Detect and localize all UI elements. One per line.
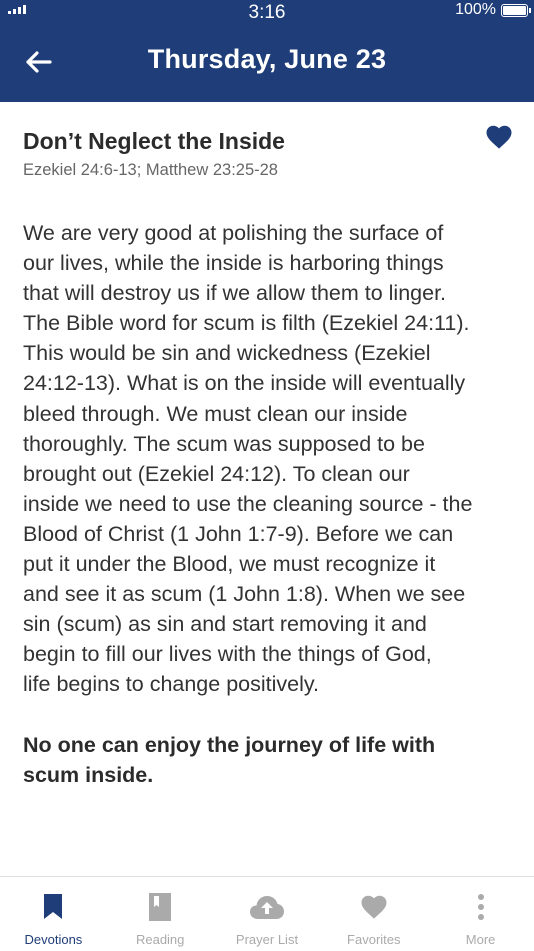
body-line: bleed through. We must clean our inside xyxy=(23,401,408,426)
tab-devotions[interactable]: Devotions xyxy=(0,877,107,951)
tab-more[interactable]: More xyxy=(427,877,534,951)
devotion-title: Don’t Neglect the Inside xyxy=(23,128,285,154)
heart-icon xyxy=(358,891,390,923)
book-icon xyxy=(148,891,172,923)
more-vertical-icon xyxy=(477,891,485,923)
page-title: Thursday, June 23 xyxy=(147,44,387,74)
body-line: Blood of Christ (1 John 1:7-9). Before w… xyxy=(23,521,454,546)
body-line: sin (scum) as sin and start removing it … xyxy=(23,612,427,637)
tab-label: Favorites xyxy=(347,932,401,947)
tab-label: Devotions xyxy=(24,932,83,947)
status-bar: 3:16 100% xyxy=(0,0,534,24)
body-line: 24:12-13). What is on the inside will ev… xyxy=(23,371,466,396)
battery-percent: 100% xyxy=(455,1,496,18)
body-line: The Bible word for scum is filth (Ezekie… xyxy=(23,311,470,336)
tab-label: Reading xyxy=(135,932,185,947)
devotion-heading: Don’t Neglect the Inside Ezekiel 24:6-13… xyxy=(23,128,464,180)
cloud-upload-icon xyxy=(249,891,285,923)
battery-icon xyxy=(501,4,531,17)
scripture-reference: Ezekiel 24:6-13; Matthew 23:25-28 xyxy=(23,161,278,179)
body-line: put it under the Blood, we must recogniz… xyxy=(23,552,436,577)
tab-reading[interactable]: Reading xyxy=(107,877,214,951)
body-line: inside we need to use the cleaning sourc… xyxy=(23,491,473,516)
app-header: 3:16 100% Thursday, June 23 xyxy=(0,0,534,102)
favorite-heart-icon[interactable] xyxy=(484,122,514,152)
tab-prayer-list[interactable]: Prayer List xyxy=(214,877,321,951)
tab-label: Prayer List xyxy=(235,932,299,947)
body-line: our lives, while the inside is harboring… xyxy=(23,251,444,276)
body-line: thoroughly. The scum was supposed to be xyxy=(23,431,425,456)
bottom-tab-bar: Devotions Reading Prayer List Favorites … xyxy=(0,876,534,951)
body-line: and see it as scum (1 John 1:8). When we… xyxy=(23,582,466,607)
devotion-body: We are very good at polishing the surfac… xyxy=(23,218,523,700)
body-line: life begins to change positively. xyxy=(23,672,320,697)
body-line: that will destroy us if we allow them to… xyxy=(23,281,447,306)
tab-label: More xyxy=(465,932,496,947)
body-line: brought out (Ezekiel 24:12). To clean ou… xyxy=(23,461,410,486)
tab-favorites[interactable]: Favorites xyxy=(320,877,427,951)
closing-line: No one can enjoy the journey of life wit… xyxy=(23,733,436,757)
body-line: We are very good at polishing the surfac… xyxy=(23,221,444,245)
devotion-closing: No one can enjoy the journey of life wit… xyxy=(23,730,513,790)
closing-line: scum inside. xyxy=(23,763,154,787)
status-time: 3:16 xyxy=(248,2,286,23)
bookmark-icon xyxy=(42,891,64,923)
body-line: This would be sin and wickedness (Ezekie… xyxy=(23,341,431,366)
body-line: begin to fill our lives with the things … xyxy=(23,642,432,667)
